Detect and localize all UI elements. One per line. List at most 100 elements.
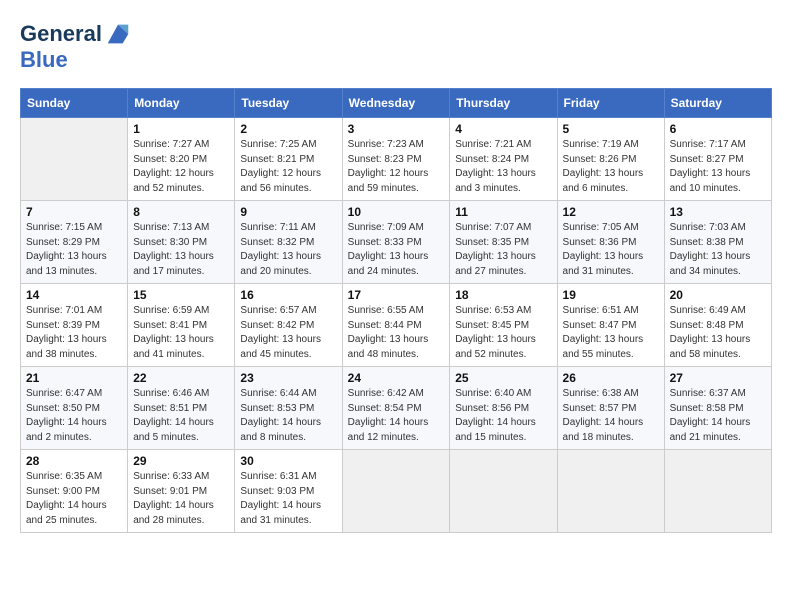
day-cell: 17 Sunrise: 6:55 AMSunset: 8:44 PMDayligh… <box>342 284 450 367</box>
day-cell: 12 Sunrise: 7:05 AMSunset: 8:36 PMDayligh… <box>557 201 664 284</box>
day-cell <box>342 450 450 533</box>
day-cell: 1Sunrise: 7:27 AMSunset: 8:20 PMDaylight… <box>128 118 235 201</box>
day-cell: 28 Sunrise: 6:35 AMSunset: 9:00 PMDayligh… <box>21 450 128 533</box>
day-cell: 2 Sunrise: 7:25 AMSunset: 8:21 PMDaylight… <box>235 118 342 201</box>
day-info: Sunrise: 6:55 AMSunset: 8:44 PMDaylight:… <box>348 304 445 362</box>
header-day-saturday: Saturday <box>664 89 771 118</box>
day-info: Sunrise: 7:19 AMSunset: 8:26 PMDaylight:… <box>563 138 659 196</box>
day-info: Sunrise: 7:23 AMSunset: 8:23 PMDaylight:… <box>348 138 445 196</box>
week-row-4: 21 Sunrise: 6:47 AMSunset: 8:50 PMDayligh… <box>21 367 772 450</box>
calendar-header-row: SundayMondayTuesdayWednesdayThursdayFrid… <box>21 89 772 118</box>
day-cell: 23Sunrise: 6:44 AMSunset: 8:53 PMDayligh… <box>235 367 342 450</box>
day-info: Sunrise: 7:01 AMSunset: 8:39 PMDaylight:… <box>26 304 122 362</box>
day-cell: 7 Sunrise: 7:15 AMSunset: 8:29 PMDaylight… <box>21 201 128 284</box>
day-cell: 16 Sunrise: 6:57 AMSunset: 8:42 PMDayligh… <box>235 284 342 367</box>
day-number: 19 <box>563 288 659 302</box>
header-day-sunday: Sunday <box>21 89 128 118</box>
day-info: Sunrise: 6:35 AMSunset: 9:00 PMDaylight:… <box>26 470 122 528</box>
day-cell: 4Sunrise: 7:21 AMSunset: 8:24 PMDaylight… <box>450 118 557 201</box>
day-number: 7 <box>26 205 122 219</box>
logo-text: General <box>20 22 102 46</box>
day-number: 9 <box>240 205 336 219</box>
day-number: 26 <box>563 371 659 385</box>
header-day-thursday: Thursday <box>450 89 557 118</box>
day-cell: 3 Sunrise: 7:23 AMSunset: 8:23 PMDaylight… <box>342 118 450 201</box>
day-cell: 22 Sunrise: 6:46 AMSunset: 8:51 PMDayligh… <box>128 367 235 450</box>
day-cell: 21 Sunrise: 6:47 AMSunset: 8:50 PMDayligh… <box>21 367 128 450</box>
day-cell: 26 Sunrise: 6:38 AMSunset: 8:57 PMDayligh… <box>557 367 664 450</box>
day-info: Sunrise: 7:05 AMSunset: 8:36 PMDaylight:… <box>563 221 659 279</box>
day-number: 3 <box>348 122 445 136</box>
day-number: 30 <box>240 454 336 468</box>
day-cell: 6 Sunrise: 7:17 AMSunset: 8:27 PMDaylight… <box>664 118 771 201</box>
day-info: Sunrise: 6:49 AMSunset: 8:48 PMDaylight:… <box>670 304 766 362</box>
day-number: 2 <box>240 122 336 136</box>
day-info: Sunrise: 7:17 AMSunset: 8:27 PMDaylight:… <box>670 138 766 196</box>
day-info: Sunrise: 6:51 AMSunset: 8:47 PMDaylight:… <box>563 304 659 362</box>
day-cell <box>450 450 557 533</box>
day-number: 29 <box>133 454 229 468</box>
day-number: 11 <box>455 205 551 219</box>
day-info: Sunrise: 6:31 AMSunset: 9:03 PMDaylight:… <box>240 470 336 528</box>
day-number: 23 <box>240 371 336 385</box>
day-cell <box>557 450 664 533</box>
day-cell: 24Sunrise: 6:42 AMSunset: 8:54 PMDayligh… <box>342 367 450 450</box>
day-number: 5 <box>563 122 659 136</box>
day-cell: 25Sunrise: 6:40 AMSunset: 8:56 PMDayligh… <box>450 367 557 450</box>
day-cell: 19 Sunrise: 6:51 AMSunset: 8:47 PMDayligh… <box>557 284 664 367</box>
day-cell: 9 Sunrise: 7:11 AMSunset: 8:32 PMDaylight… <box>235 201 342 284</box>
day-number: 12 <box>563 205 659 219</box>
day-info: Sunrise: 6:40 AMSunset: 8:56 PMDaylight:… <box>455 387 551 445</box>
day-info: Sunrise: 7:13 AMSunset: 8:30 PMDaylight:… <box>133 221 229 279</box>
week-row-1: 1Sunrise: 7:27 AMSunset: 8:20 PMDaylight… <box>21 118 772 201</box>
day-number: 10 <box>348 205 445 219</box>
day-info: Sunrise: 7:15 AMSunset: 8:29 PMDaylight:… <box>26 221 122 279</box>
day-number: 6 <box>670 122 766 136</box>
day-info: Sunrise: 7:07 AMSunset: 8:35 PMDaylight:… <box>455 221 551 279</box>
day-cell: 15Sunrise: 6:59 AMSunset: 8:41 PMDayligh… <box>128 284 235 367</box>
day-info: Sunrise: 6:57 AMSunset: 8:42 PMDaylight:… <box>240 304 336 362</box>
day-cell: 14 Sunrise: 7:01 AMSunset: 8:39 PMDayligh… <box>21 284 128 367</box>
day-number: 28 <box>26 454 122 468</box>
day-number: 14 <box>26 288 122 302</box>
day-info: Sunrise: 6:38 AMSunset: 8:57 PMDaylight:… <box>563 387 659 445</box>
day-info: Sunrise: 7:09 AMSunset: 8:33 PMDaylight:… <box>348 221 445 279</box>
week-row-5: 28 Sunrise: 6:35 AMSunset: 9:00 PMDayligh… <box>21 450 772 533</box>
day-number: 18 <box>455 288 551 302</box>
day-info: Sunrise: 7:27 AMSunset: 8:20 PMDaylight:… <box>133 138 229 196</box>
day-info: Sunrise: 6:46 AMSunset: 8:51 PMDaylight:… <box>133 387 229 445</box>
logo: General Blue <box>20 20 132 72</box>
header-day-monday: Monday <box>128 89 235 118</box>
day-cell: 27 Sunrise: 6:37 AMSunset: 8:58 PMDayligh… <box>664 367 771 450</box>
day-info: Sunrise: 6:33 AMSunset: 9:01 PMDaylight:… <box>133 470 229 528</box>
header-day-wednesday: Wednesday <box>342 89 450 118</box>
day-cell: 13Sunrise: 7:03 AMSunset: 8:38 PMDayligh… <box>664 201 771 284</box>
day-info: Sunrise: 7:25 AMSunset: 8:21 PMDaylight:… <box>240 138 336 196</box>
week-row-2: 7 Sunrise: 7:15 AMSunset: 8:29 PMDaylight… <box>21 201 772 284</box>
day-number: 27 <box>670 371 766 385</box>
day-cell: 29 Sunrise: 6:33 AMSunset: 9:01 PMDayligh… <box>128 450 235 533</box>
day-number: 24 <box>348 371 445 385</box>
day-number: 22 <box>133 371 229 385</box>
day-number: 21 <box>26 371 122 385</box>
day-number: 17 <box>348 288 445 302</box>
calendar-table: SundayMondayTuesdayWednesdayThursdayFrid… <box>20 88 772 533</box>
header-day-tuesday: Tuesday <box>235 89 342 118</box>
day-info: Sunrise: 6:47 AMSunset: 8:50 PMDaylight:… <box>26 387 122 445</box>
day-cell: 11 Sunrise: 7:07 AMSunset: 8:35 PMDayligh… <box>450 201 557 284</box>
logo-text-blue: Blue <box>20 48 132 72</box>
day-cell <box>21 118 128 201</box>
logo-icon <box>104 20 132 48</box>
day-cell: 18 Sunrise: 6:53 AMSunset: 8:45 PMDayligh… <box>450 284 557 367</box>
page-header: General Blue <box>20 20 772 72</box>
day-number: 16 <box>240 288 336 302</box>
day-info: Sunrise: 7:11 AMSunset: 8:32 PMDaylight:… <box>240 221 336 279</box>
day-cell: 8Sunrise: 7:13 AMSunset: 8:30 PMDaylight… <box>128 201 235 284</box>
day-info: Sunrise: 6:37 AMSunset: 8:58 PMDaylight:… <box>670 387 766 445</box>
day-number: 4 <box>455 122 551 136</box>
day-cell: 5 Sunrise: 7:19 AMSunset: 8:26 PMDaylight… <box>557 118 664 201</box>
day-cell <box>664 450 771 533</box>
day-info: Sunrise: 6:53 AMSunset: 8:45 PMDaylight:… <box>455 304 551 362</box>
day-cell: 10 Sunrise: 7:09 AMSunset: 8:33 PMDayligh… <box>342 201 450 284</box>
day-info: Sunrise: 6:59 AMSunset: 8:41 PMDaylight:… <box>133 304 229 362</box>
